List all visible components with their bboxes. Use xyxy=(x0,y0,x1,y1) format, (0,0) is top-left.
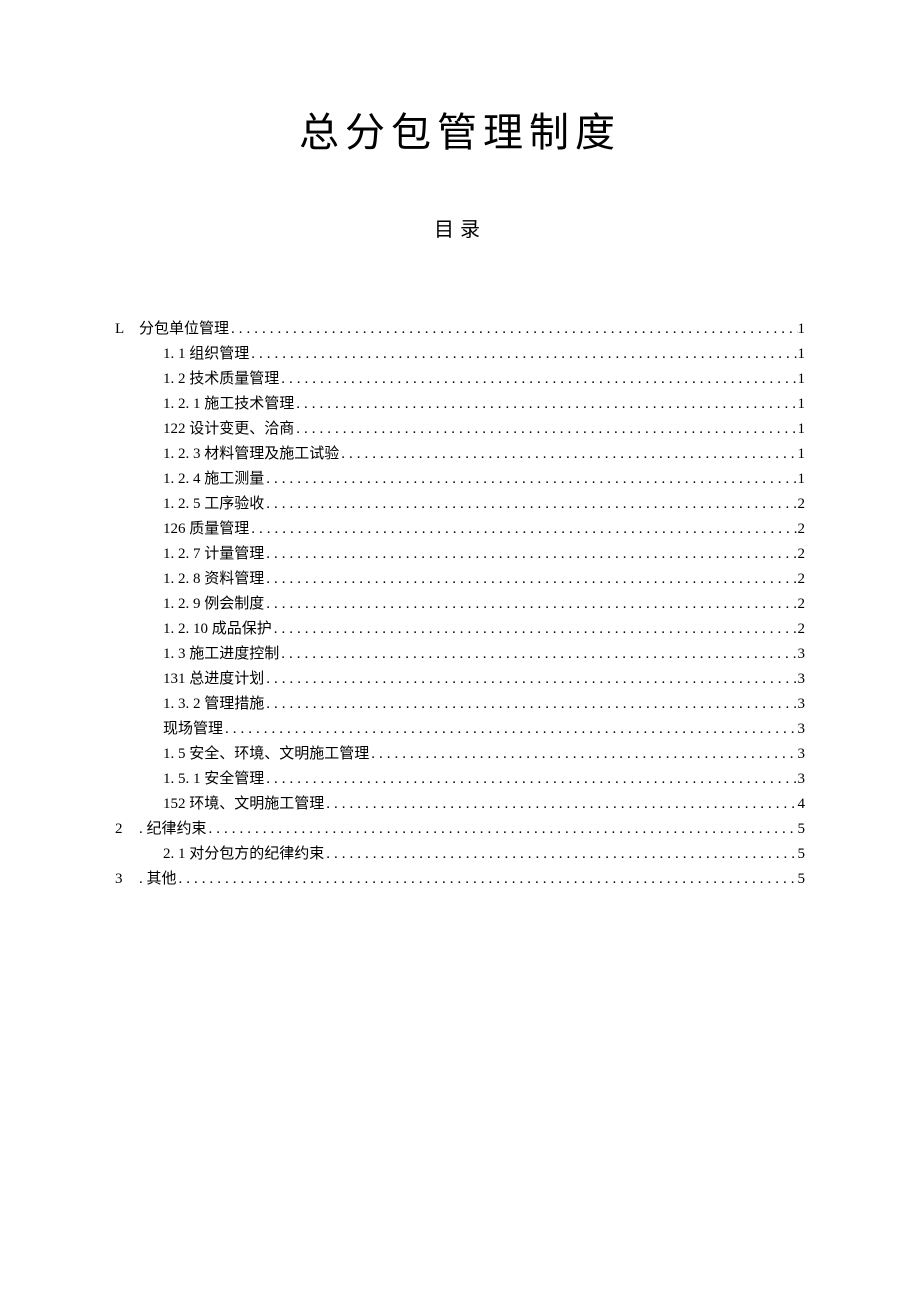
toc-entry-prefix: L xyxy=(115,317,129,341)
toc-entry-label: 3. 其他 xyxy=(115,867,177,891)
toc-entry-label: 1. 3. 2 管理措施 xyxy=(163,692,264,716)
toc-entry-label: 2. 1 对分包方的纪律约束 xyxy=(163,842,324,866)
toc-entry: 1. 5. 1 安全管理 3 xyxy=(115,767,805,791)
toc-dots xyxy=(279,642,797,666)
toc-entry-label: 1. 5. 1 安全管理 xyxy=(163,767,264,791)
toc-dots xyxy=(264,667,797,691)
toc-entry-page: 2 xyxy=(798,617,806,641)
toc-entry-page: 1 xyxy=(798,317,806,341)
toc-entry-prefix: 2 xyxy=(115,817,129,841)
toc-dots xyxy=(264,567,797,591)
toc-entry-label: 1. 5 安全、环境、文明施工管理 xyxy=(163,742,369,766)
toc-entry: 1. 1 组织管理 1 xyxy=(115,342,805,366)
toc-entry-page: 2 xyxy=(798,542,806,566)
toc-entry-label: 1. 2. 9 例会制度 xyxy=(163,592,264,616)
toc-entry: 2. 纪律约束 5 xyxy=(115,817,805,841)
toc-entry-label: 1. 2. 5 工序验收 xyxy=(163,492,264,516)
toc-entry-page: 2 xyxy=(798,567,806,591)
toc-entry: 1. 2. 7 计量管理 2 xyxy=(115,542,805,566)
toc-entry-label: L分包单位管理 xyxy=(115,317,229,341)
toc-entry-page: 5 xyxy=(798,867,806,891)
toc-entry-page: 3 xyxy=(798,642,806,666)
toc-entry-label: 1. 2. 1 施工技术管理 xyxy=(163,392,294,416)
toc-entry: 131 总进度计划 3 xyxy=(115,667,805,691)
toc-entry-page: 3 xyxy=(798,717,806,741)
toc-entry: 1. 2. 10 成品保护 2 xyxy=(115,617,805,641)
toc-entry: L分包单位管理 1 xyxy=(115,317,805,341)
toc-entry-label: 152 环境、文明施工管理 xyxy=(163,792,324,816)
toc-dots xyxy=(339,442,797,466)
toc-entry: 1. 2 技术质量管理 1 xyxy=(115,367,805,391)
page-title: 总分包管理制度 xyxy=(115,100,805,158)
toc-entry: 1. 3. 2 管理措施 3 xyxy=(115,692,805,716)
toc-entry-label: 122 设计变更、洽商 xyxy=(163,417,294,441)
toc-dots xyxy=(272,617,798,641)
toc-dots xyxy=(229,317,797,341)
toc-dots xyxy=(264,492,797,516)
toc-entry-prefix: 3 xyxy=(115,867,129,891)
toc-dots xyxy=(324,792,797,816)
toc-dots xyxy=(207,817,798,841)
toc-dots xyxy=(249,517,797,541)
toc-entry-label: 1. 3 施工进度控制 xyxy=(163,642,279,666)
toc-entry: 2. 1 对分包方的纪律约束 5 xyxy=(115,842,805,866)
toc-dots xyxy=(264,467,797,491)
toc-entry: 1. 2. 4 施工测量 1 xyxy=(115,467,805,491)
toc-entry-page: 1 xyxy=(798,417,806,441)
toc-entry-label: 1. 1 组织管理 xyxy=(163,342,249,366)
toc-entry-label: 1. 2. 8 资料管理 xyxy=(163,567,264,591)
toc-entry-page: 5 xyxy=(798,817,806,841)
toc-entry-page: 1 xyxy=(798,367,806,391)
toc-entry: 3. 其他 5 xyxy=(115,867,805,891)
toc-dots xyxy=(264,692,797,716)
toc-entry-page: 1 xyxy=(798,392,806,416)
toc-entry-page: 1 xyxy=(798,342,806,366)
toc-entry-label: 1. 2 技术质量管理 xyxy=(163,367,279,391)
toc-dots xyxy=(324,842,797,866)
toc-entry-label: 126 质量管理 xyxy=(163,517,249,541)
toc-entry: 1. 2. 9 例会制度 2 xyxy=(115,592,805,616)
toc-dots xyxy=(264,542,797,566)
toc-entry-page: 3 xyxy=(798,667,806,691)
table-of-contents: L分包单位管理11. 1 组织管理11. 2 技术质量管理11. 2. 1 施工… xyxy=(115,317,805,891)
toc-entry-page: 3 xyxy=(798,742,806,766)
toc-entry-label: 2. 纪律约束 xyxy=(115,817,207,841)
toc-entry: 1. 2. 5 工序验收 2 xyxy=(115,492,805,516)
toc-dots xyxy=(294,417,797,441)
toc-dots xyxy=(279,367,797,391)
toc-entry: 现场管理 3 xyxy=(115,717,805,741)
toc-entry-label: 131 总进度计划 xyxy=(163,667,264,691)
toc-entry-label: 1. 2. 10 成品保护 xyxy=(163,617,272,641)
toc-entry-label: 现场管理 xyxy=(163,717,223,741)
toc-entry-page: 3 xyxy=(798,767,806,791)
toc-entry: 122 设计变更、洽商 1 xyxy=(115,417,805,441)
toc-entry-page: 2 xyxy=(798,517,806,541)
toc-entry: 1. 3 施工进度控制 3 xyxy=(115,642,805,666)
toc-heading: 目录 xyxy=(115,213,805,242)
toc-entry-label: 1. 2. 3 材料管理及施工试验 xyxy=(163,442,339,466)
toc-entry: 126 质量管理 2 xyxy=(115,517,805,541)
toc-dots xyxy=(369,742,797,766)
toc-entry-page: 2 xyxy=(798,492,806,516)
toc-entry: 1. 2. 3 材料管理及施工试验 1 xyxy=(115,442,805,466)
toc-entry-page: 4 xyxy=(798,792,806,816)
toc-dots xyxy=(223,717,797,741)
toc-dots xyxy=(294,392,797,416)
toc-dots xyxy=(264,592,797,616)
toc-dots xyxy=(249,342,797,366)
toc-entry-page: 1 xyxy=(798,442,806,466)
toc-entry-page: 3 xyxy=(798,692,806,716)
toc-dots xyxy=(264,767,797,791)
toc-entry-page: 2 xyxy=(798,592,806,616)
toc-entry: 152 环境、文明施工管理 4 xyxy=(115,792,805,816)
toc-dots xyxy=(177,867,798,891)
toc-entry-page: 1 xyxy=(798,467,806,491)
toc-entry-label: 1. 2. 7 计量管理 xyxy=(163,542,264,566)
toc-entry-label: 1. 2. 4 施工测量 xyxy=(163,467,264,491)
toc-entry: 1. 2. 8 资料管理 2 xyxy=(115,567,805,591)
toc-entry: 1. 5 安全、环境、文明施工管理 3 xyxy=(115,742,805,766)
toc-entry: 1. 2. 1 施工技术管理 1 xyxy=(115,392,805,416)
toc-entry-page: 5 xyxy=(798,842,806,866)
